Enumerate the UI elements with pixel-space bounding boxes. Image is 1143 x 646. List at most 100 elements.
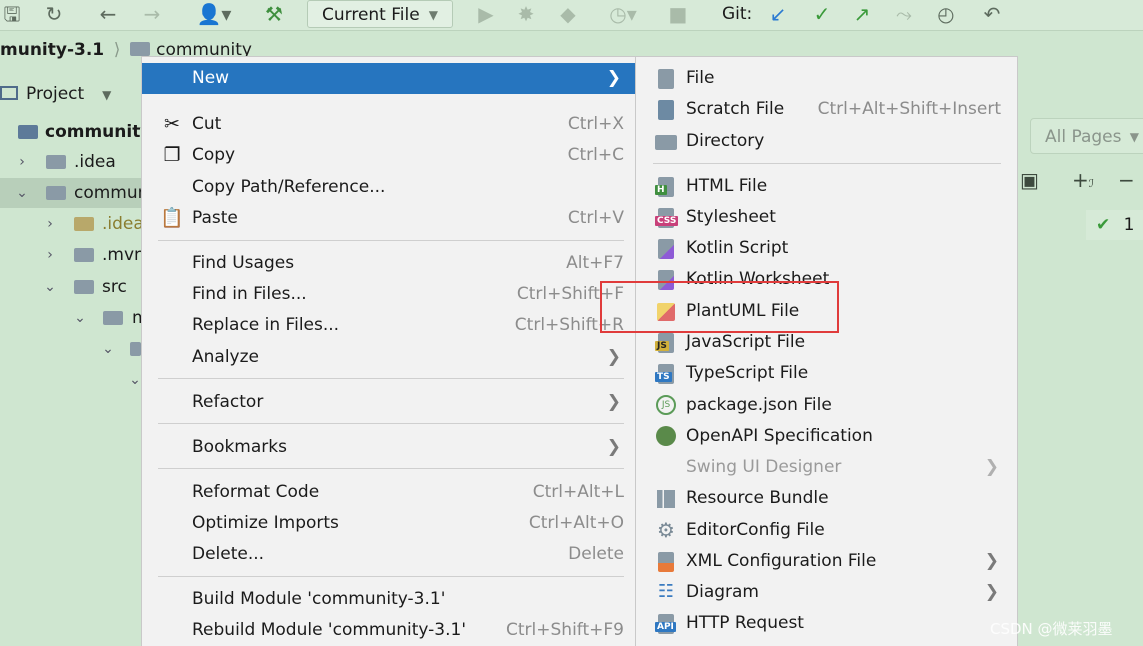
new-resource-bundle-item[interactable]: Resource Bundle [636, 483, 1017, 514]
new-xml-config-file-item[interactable]: XML Configuration File ❯ [636, 546, 1017, 577]
chevron-down-icon[interactable]: ⌄ [74, 303, 86, 333]
nodejs-icon: JS [656, 395, 676, 415]
context-menu: New ❯ ✂ Cut Ctrl+X ❐ Copy Ctrl+C Copy Pa… [141, 56, 635, 646]
check-icon: ✔ [1096, 215, 1111, 235]
new-editorconfig-file-item[interactable]: ⚙ EditorConfig File [636, 515, 1017, 546]
menu-separator [158, 240, 624, 241]
submenu-item-label: Kotlin Worksheet [686, 269, 830, 289]
rollback-icon[interactable]: ↶ [980, 3, 1004, 25]
tree-item-root[interactable]: community [0, 117, 151, 147]
new-kotlin-worksheet-item[interactable]: Kotlin Worksheet [636, 264, 1017, 295]
tree-item-selected[interactable]: ⌄ commun [0, 178, 148, 208]
menu-item-delete[interactable]: Delete... Delete [142, 539, 635, 570]
menu-item-replace-in-files[interactable]: Replace in Files... Ctrl+Shift+R [142, 310, 635, 341]
submenu-item-label: EditorConfig File [686, 520, 825, 540]
all-pages-label: All Pages [1045, 127, 1122, 147]
new-plantuml-file-item[interactable]: PlantUML File [636, 296, 1017, 327]
inspection-status[interactable]: ✔ 1 [1086, 210, 1143, 240]
chevron-down-icon[interactable]: ⌄ [44, 272, 56, 302]
new-directory-item[interactable]: Directory [636, 126, 1017, 157]
add-icon[interactable]: +ℐ [1072, 168, 1094, 192]
chevron-down-icon[interactable]: ⌄ [16, 178, 28, 208]
menu-item-find-usages[interactable]: Find Usages Alt+F7 [142, 248, 635, 279]
chevron-down-icon: ▼ [428, 8, 438, 22]
all-pages-dropdown[interactable]: All Pages ▼ [1030, 118, 1143, 154]
breadcrumb-project[interactable]: munity-3.1 [0, 40, 104, 60]
chevron-right-icon: ❯ [606, 347, 621, 367]
back-arrow-icon[interactable]: ← [96, 3, 120, 25]
new-kotlin-script-item[interactable]: Kotlin Script [636, 233, 1017, 264]
project-panel-header[interactable]: Project ▼ [0, 81, 111, 107]
menu-item-label: Rebuild Module 'community-3.1' [192, 620, 467, 640]
new-scratch-file-item[interactable]: Scratch File Ctrl+Alt+Shift+Insert [636, 94, 1017, 125]
new-swing-ui-designer-item[interactable]: Swing UI Designer ❯ [636, 452, 1017, 483]
kotlin-worksheet-icon [658, 270, 674, 290]
submenu-separator [653, 163, 1001, 164]
run-icon[interactable]: ▶ [474, 3, 498, 25]
new-file-item[interactable]: File [636, 63, 1017, 94]
menu-item-label: Delete... [192, 544, 265, 564]
git-push-icon[interactable]: ↗ [850, 3, 874, 25]
submenu-item-label: Diagram [686, 582, 759, 602]
menu-item-analyze[interactable]: Analyze ❯ [142, 342, 635, 373]
menu-item-copy-path[interactable]: Copy Path/Reference... [142, 172, 635, 203]
profile-icon[interactable]: ◷▾ [600, 3, 646, 25]
user-icon[interactable]: 👤▾ [192, 3, 236, 25]
new-typescript-file-item[interactable]: TS TypeScript File [636, 358, 1017, 389]
chevron-right-icon: ❯ [606, 392, 621, 412]
new-http-request-item[interactable]: API HTTP Request [636, 608, 1017, 639]
chevron-right-icon: ❯ [984, 582, 999, 602]
menu-item-reformat-code[interactable]: Reformat Code Ctrl+Alt+L [142, 477, 635, 508]
menu-item-shortcut: Ctrl+Alt+O [528, 513, 624, 533]
new-html-file-item[interactable]: H HTML File [636, 171, 1017, 202]
copy-icon: ❐ [163, 144, 181, 166]
layout-icon[interactable]: ▣ [1020, 168, 1039, 192]
tree-item-label: src [102, 277, 127, 297]
folder-icon [74, 217, 94, 231]
git-update-icon[interactable]: ↙ [766, 3, 790, 25]
menu-item-build-module[interactable]: Build Module 'community-3.1' [142, 584, 635, 615]
chevron-down-icon[interactable]: ▼ [102, 88, 111, 102]
chevron-down-icon[interactable]: ⌄ [129, 365, 141, 395]
sync-icon[interactable]: ↻ [42, 3, 66, 25]
new-diagram-item[interactable]: ☷ Diagram ❯ [636, 577, 1017, 608]
submenu-item-label: HTML File [686, 176, 768, 196]
menu-item-rebuild-module[interactable]: Rebuild Module 'community-3.1' Ctrl+Shif… [142, 615, 635, 646]
chevron-right-icon[interactable]: › [44, 209, 56, 239]
build-hammer-icon[interactable]: ⚒ [262, 3, 286, 25]
menu-item-bookmarks[interactable]: Bookmarks ❯ [142, 432, 635, 463]
new-package-json-item[interactable]: JS package.json File [636, 390, 1017, 421]
menu-item-copy[interactable]: ❐ Copy Ctrl+C [142, 140, 635, 171]
menu-item-shortcut: Ctrl+Shift+F [516, 284, 624, 304]
menu-item-paste[interactable]: 📋 Paste Ctrl+V [142, 203, 635, 234]
menu-item-cut[interactable]: ✂ Cut Ctrl+X [142, 109, 635, 140]
menu-item-optimize-imports[interactable]: Optimize Imports Ctrl+Alt+O [142, 508, 635, 539]
chevron-down-icon[interactable]: ⌄ [102, 334, 114, 364]
new-stylesheet-item[interactable]: CSS Stylesheet [636, 202, 1017, 233]
git-commit-icon[interactable]: ✓ [810, 3, 834, 25]
new-openapi-spec-item[interactable]: OpenAPI Specification [636, 421, 1017, 452]
menu-item-refactor[interactable]: Refactor ❯ [142, 387, 635, 418]
remove-icon[interactable]: − [1118, 168, 1135, 192]
save-icon[interactable]: 🖫 [0, 3, 24, 25]
menu-item-find-in-files[interactable]: Find in Files... Ctrl+Shift+F [142, 279, 635, 310]
plantuml-icon [657, 303, 675, 321]
tree-item-label: community [45, 122, 152, 142]
git-label: Git: [722, 4, 753, 24]
diagram-icon: ☷ [657, 581, 675, 602]
run-configuration-selector[interactable]: Current File ▼ [307, 0, 453, 28]
menu-item-new[interactable]: New ❯ [142, 63, 635, 94]
debug-icon[interactable]: ✸ [514, 3, 538, 25]
submenu-item-label: TypeScript File [686, 363, 809, 383]
forward-arrow-icon[interactable]: → [140, 3, 164, 25]
chevron-right-icon[interactable]: › [44, 240, 56, 270]
folder-icon [130, 342, 141, 356]
coverage-icon[interactable]: ◆ [556, 3, 580, 25]
new-javascript-file-item[interactable]: JS JavaScript File [636, 327, 1017, 358]
git-merge-icon[interactable]: ⤳ [892, 3, 916, 25]
submenu-item-label: Stylesheet [686, 207, 776, 227]
history-icon[interactable]: ◴ [934, 3, 958, 25]
menu-item-shortcut: Ctrl+Shift+R [514, 315, 624, 335]
chevron-right-icon[interactable]: › [16, 147, 28, 177]
stop-icon[interactable]: ■ [666, 3, 690, 25]
